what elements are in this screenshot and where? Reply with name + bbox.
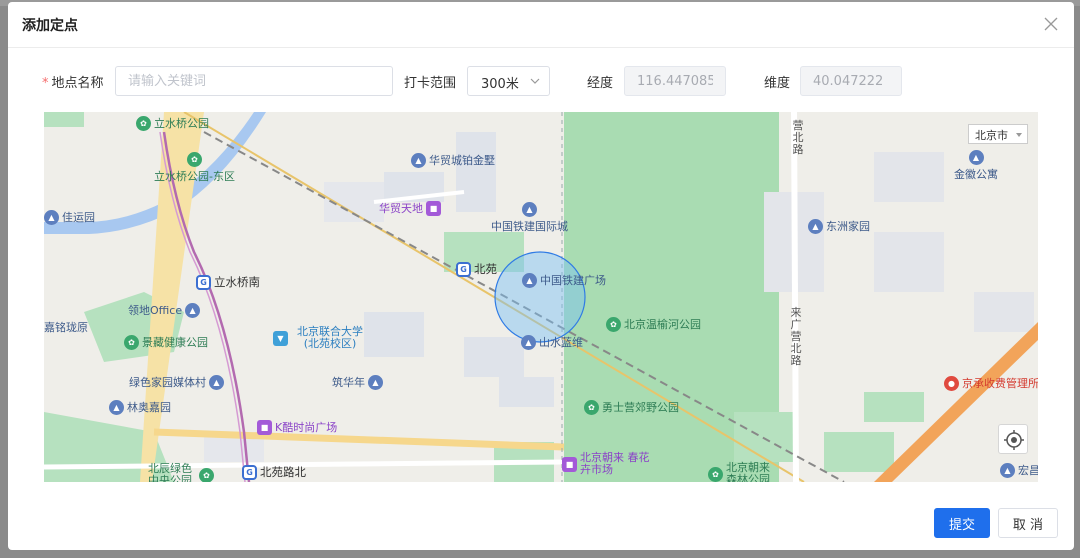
shopping-icon: ■	[426, 200, 441, 216]
park-icon: ✿	[606, 316, 621, 332]
road-label: 来广营北路	[790, 306, 802, 367]
chevron-down-icon	[530, 78, 540, 84]
range-value: 300米	[481, 77, 519, 92]
poi-item[interactable]: ▲ 林奥嘉园	[109, 399, 171, 415]
poi-item[interactable]: ✿ 立水桥公园	[136, 115, 209, 131]
range-select[interactable]: 300米	[467, 66, 550, 96]
poi-item[interactable]: ▲ 华贸城铂金墅	[411, 152, 495, 168]
poi-item[interactable]: ▲ 佳运园	[44, 209, 95, 225]
metro-icon: G	[242, 464, 257, 480]
poi-item[interactable]: 北辰绿色 中央公园 ✿	[148, 463, 214, 482]
poi-item[interactable]: ✿ 北京温榆河公园	[606, 316, 701, 332]
shopping-icon: ■	[257, 419, 272, 435]
location-pin-icon: ●	[944, 375, 959, 391]
metro-station[interactable]: G 立水桥南	[196, 274, 260, 290]
building-icon: ▲	[209, 374, 224, 390]
add-location-dialog: 添加定点 *地点名称 打卡范围 300米 经度 维度	[8, 2, 1074, 550]
poi-item[interactable]: 领地Office ▲	[128, 302, 201, 318]
metro-station[interactable]: G 北苑路北	[242, 464, 306, 480]
road-label: 营北路	[792, 119, 804, 156]
park-icon: ✿	[186, 152, 202, 167]
building-icon: ▲	[522, 272, 537, 288]
longitude-label: 经度	[587, 76, 614, 91]
poi-item[interactable]: ● 京承收费管理所	[944, 375, 1038, 391]
locate-button[interactable]	[998, 424, 1028, 454]
submit-button[interactable]: 提交	[934, 508, 990, 538]
poi-item[interactable]: 华贸天地 ■	[379, 200, 441, 216]
metro-icon: G	[196, 274, 211, 290]
poi-item[interactable]: ■ 北京朝来 春花卉市场	[562, 452, 652, 476]
crosshair-icon	[1004, 430, 1024, 450]
poi-item[interactable]: ✿ 景藏健康公园	[124, 334, 208, 350]
map-view[interactable]: ✿ 立水桥公园 ▲ 华贸城铂金墅 ✿ 立水桥公园-东区 ▲ 佳运园 华贸天地 ■ ▲ 中国铁…	[44, 112, 1038, 482]
poi-item[interactable]: 嘉铭珑原	[44, 319, 88, 335]
poi-item[interactable]: ▼ 北京联合大学 (北苑校区)	[273, 326, 369, 350]
poi-item[interactable]: 筑华年 ▲	[332, 374, 383, 390]
building-icon: ▲	[522, 202, 537, 217]
park-icon: ✿	[199, 467, 214, 482]
location-form: *地点名称 打卡范围 300米 经度 维度	[8, 66, 1074, 96]
metro-station[interactable]: G 北苑	[456, 261, 497, 277]
park-icon: ✿	[124, 334, 139, 350]
cancel-button[interactable]: 取 消	[998, 508, 1058, 538]
poi-item[interactable]: ✿ 立水桥公园-东区	[154, 152, 235, 184]
building-icon: ▲	[1000, 462, 1015, 478]
poi-item[interactable]: ▲ 东洲家园	[808, 218, 870, 234]
building-icon: ▲	[44, 209, 59, 225]
poi-item[interactable]: 绿色家园媒体村 ▲	[129, 374, 224, 390]
building-icon: ▲	[368, 374, 383, 390]
location-name-input[interactable]	[115, 66, 393, 96]
school-icon: ▼	[273, 330, 288, 346]
longitude-input	[624, 66, 726, 96]
close-icon[interactable]	[1042, 15, 1060, 33]
poi-item[interactable]: ▲ 山水蓝维	[521, 334, 583, 350]
poi-item[interactable]: ■ K酷时尚广场	[257, 419, 337, 435]
latitude-label: 维度	[764, 76, 791, 91]
poi-item[interactable]: ▲ 金徽公寓	[954, 150, 998, 182]
building-icon: ▲	[411, 152, 426, 168]
building-icon: ▲	[521, 334, 536, 350]
dialog-header: 添加定点	[8, 2, 1074, 48]
poi-item[interactable]: ✿ 勇士营郊野公园	[584, 399, 679, 415]
name-label: * 地点名称	[42, 76, 104, 91]
building-icon: ▲	[808, 218, 823, 234]
range-label: 打卡范围	[404, 76, 457, 91]
building-icon: ▲	[968, 150, 984, 165]
poi-item[interactable]: ▲ 宏昌	[1000, 462, 1038, 478]
dialog-title: 添加定点	[22, 18, 78, 34]
park-icon: ✿	[136, 115, 151, 131]
metro-icon: G	[456, 261, 471, 277]
park-icon: ✿	[708, 466, 723, 482]
shopping-icon: ■	[562, 456, 577, 472]
building-icon: ▲	[185, 302, 201, 318]
park-icon: ✿	[584, 399, 599, 415]
building-icon: ▲	[109, 399, 124, 415]
poi-item[interactable]: ▲ 中国铁建国际城	[491, 202, 568, 234]
latitude-input	[800, 66, 902, 96]
poi-item[interactable]: ✿ 北京朝来 森林公园	[708, 462, 778, 482]
poi-item[interactable]: ▲ 中国铁建广场	[522, 272, 606, 288]
city-select[interactable]: 北京市	[968, 124, 1028, 144]
